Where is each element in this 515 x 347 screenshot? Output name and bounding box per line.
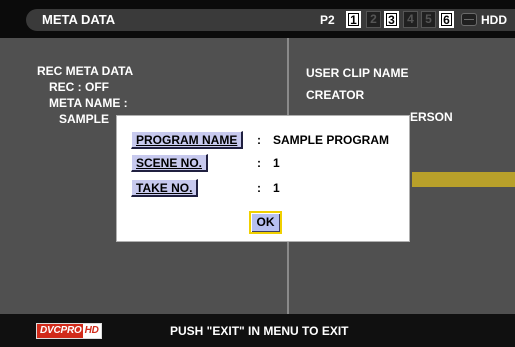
- rec-meta-data-heading: REC META DATA: [37, 64, 134, 78]
- program-info-dialog: PROGRAM NAME : SAMPLE PROGRAM SCENE NO. …: [116, 115, 410, 242]
- card-slot-2: 2: [366, 11, 381, 28]
- scene-no-colon: :: [257, 156, 261, 170]
- hdd-label: HDD: [481, 13, 507, 27]
- logo-hd: HD: [82, 324, 101, 338]
- menu-item-user-clip-name[interactable]: USER CLIP NAME: [306, 66, 408, 80]
- program-name-label[interactable]: PROGRAM NAME: [131, 131, 244, 149]
- take-no-value: 1: [273, 181, 280, 195]
- scene-no-value: 1: [273, 156, 280, 170]
- scene-no-label[interactable]: SCENE NO.: [131, 154, 209, 172]
- p2-label: P2: [320, 13, 335, 27]
- take-no-colon: :: [257, 181, 261, 195]
- card-slot-4: 4: [403, 11, 418, 28]
- selected-row-highlight: [412, 172, 515, 187]
- menu-item-creator[interactable]: CREATOR: [306, 88, 364, 102]
- card-slot-3: 3: [384, 11, 399, 28]
- take-no-label[interactable]: TAKE NO.: [131, 179, 199, 197]
- menu-item-last-update-person-partial[interactable]: ERSON: [410, 110, 453, 124]
- logo-text: DVCPRO: [40, 325, 82, 336]
- meta-name-value: SAMPLE: [59, 112, 110, 126]
- meta-name-label: META NAME :: [49, 96, 128, 110]
- program-name-value: SAMPLE PROGRAM: [273, 133, 390, 147]
- ok-button[interactable]: OK: [249, 211, 282, 234]
- card-slot-6: 6: [439, 11, 454, 28]
- card-slot-5: 5: [421, 11, 436, 28]
- footer-message: PUSH "EXIT" IN MENU TO EXIT: [170, 324, 349, 338]
- screen-title: META DATA: [26, 9, 335, 31]
- dvcpro-hd-logo: DVCPRO HD: [36, 323, 102, 339]
- screen-title-text: META DATA: [42, 12, 116, 27]
- program-name-colon: :: [257, 133, 261, 147]
- hdd-icon: [461, 13, 477, 26]
- rec-status: REC : OFF: [49, 80, 109, 94]
- card-slot-1: 1: [346, 11, 361, 28]
